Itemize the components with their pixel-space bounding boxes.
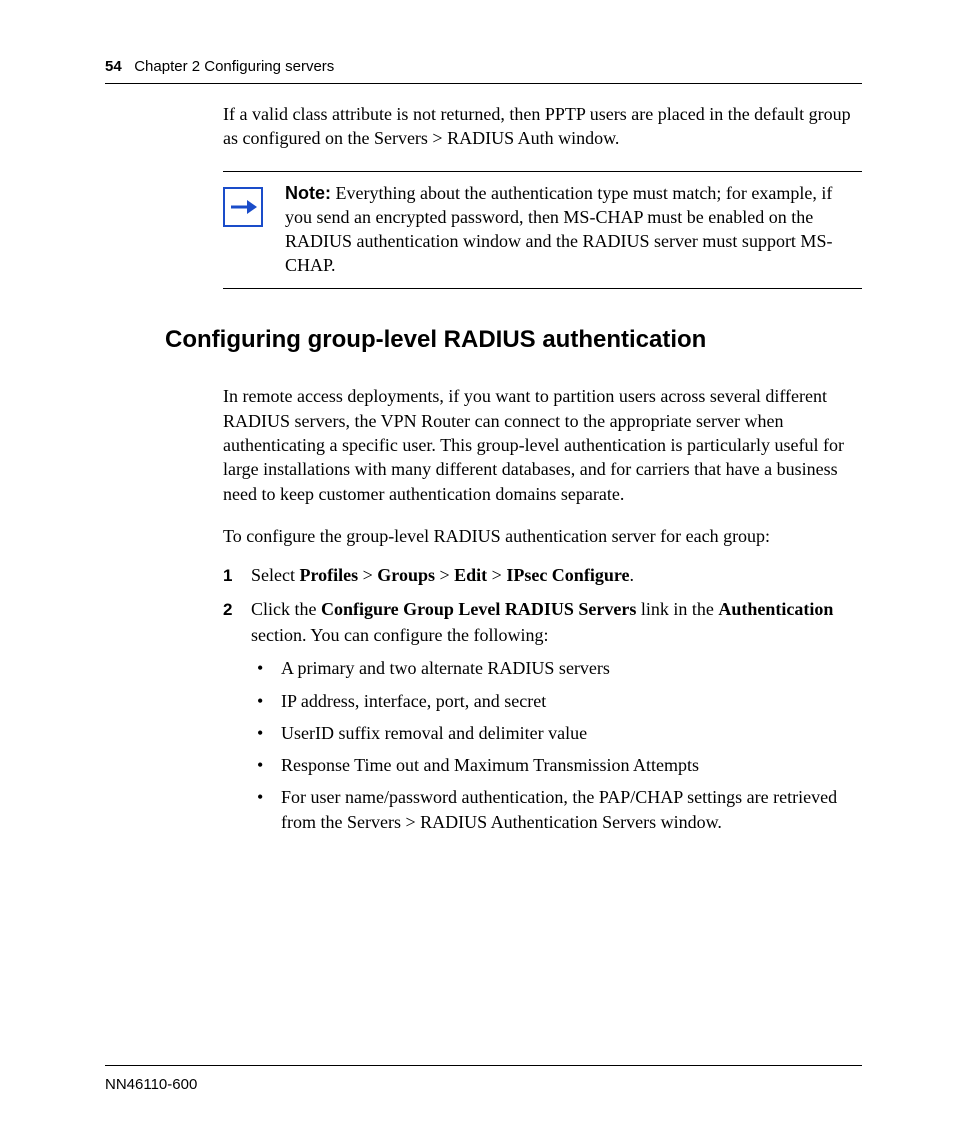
arrow-right-icon	[223, 187, 263, 227]
section-paragraph-1: In remote access deployments, if you wan…	[223, 384, 862, 505]
list-item: •For user name/password authentication, …	[251, 785, 862, 835]
bullet-icon: •	[251, 721, 281, 746]
note-label: Note:	[285, 183, 331, 203]
chapter-title: Chapter 2 Configuring servers	[134, 58, 334, 75]
section-heading: Configuring group-level RADIUS authentic…	[165, 323, 862, 357]
page-number: 54	[105, 58, 122, 75]
step-number: 2	[223, 598, 251, 622]
bullet-list: •A primary and two alternate RADIUS serv…	[251, 656, 862, 835]
bullet-icon: •	[251, 753, 281, 778]
step-number: 1	[223, 564, 251, 588]
intro-paragraph: If a valid class attribute is not return…	[223, 102, 862, 151]
section-paragraph-2: To configure the group-level RADIUS auth…	[223, 524, 862, 548]
ordered-steps: 1 Select Profiles > Groups > Edit > IPse…	[223, 562, 862, 648]
note-block: Note: Everything about the authenticatio…	[223, 172, 862, 278]
step-body: Click the Configure Group Level RADIUS S…	[251, 596, 862, 648]
note-rule-bottom	[223, 288, 862, 289]
page-footer: NN46110-600	[105, 1065, 862, 1095]
step-item: 2 Click the Configure Group Level RADIUS…	[223, 596, 862, 648]
step-item: 1 Select Profiles > Groups > Edit > IPse…	[223, 562, 862, 588]
document-id: NN46110-600	[105, 1074, 862, 1095]
bullet-icon: •	[251, 689, 281, 714]
list-item: •A primary and two alternate RADIUS serv…	[251, 656, 862, 681]
header-rule	[105, 83, 862, 84]
list-item: •UserID suffix removal and delimiter val…	[251, 721, 862, 746]
page-header: 54 Chapter 2 Configuring servers	[105, 56, 862, 77]
list-item: •IP address, interface, port, and secret	[251, 689, 862, 714]
note-text: Note: Everything about the authenticatio…	[285, 181, 862, 278]
note-body: Everything about the authentication type…	[285, 183, 832, 276]
bullet-icon: •	[251, 656, 281, 681]
footer-rule	[105, 1065, 862, 1066]
step-body: Select Profiles > Groups > Edit > IPsec …	[251, 562, 862, 588]
bullet-icon: •	[251, 785, 281, 810]
list-item: •Response Time out and Maximum Transmiss…	[251, 753, 862, 778]
